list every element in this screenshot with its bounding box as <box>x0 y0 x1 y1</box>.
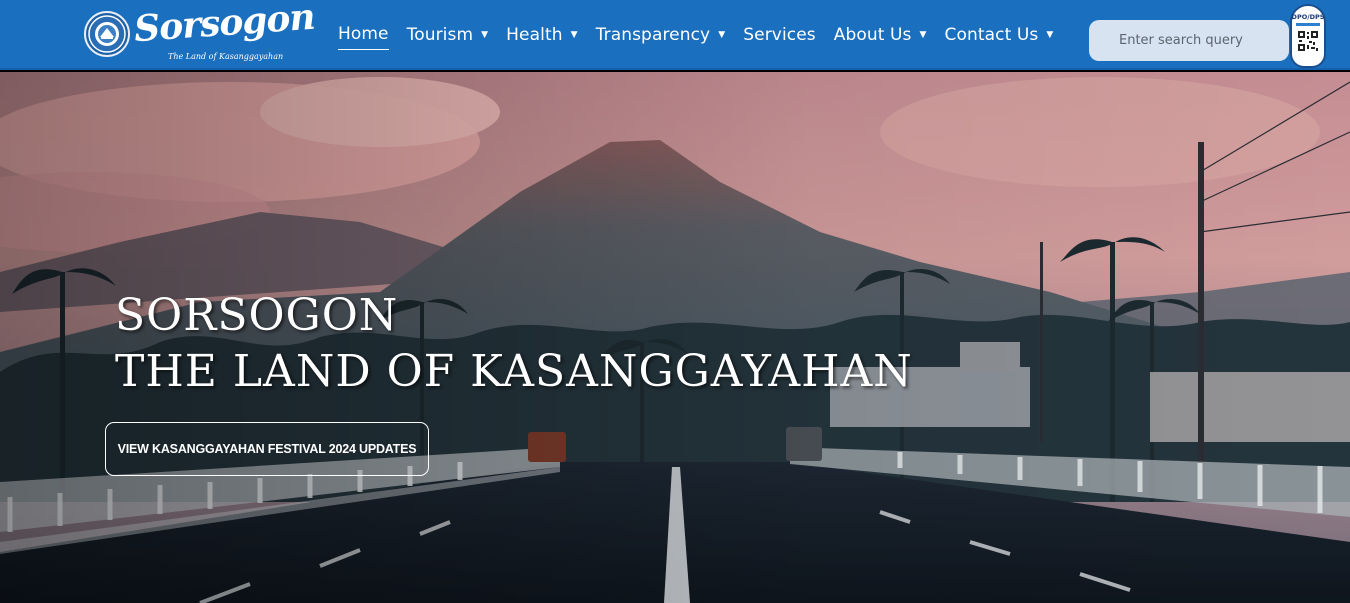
chevron-down-icon: ▼ <box>919 30 927 40</box>
badge-stripe <box>1296 23 1320 26</box>
hero-title: SORSOGON THE LAND OF KASANGGAYAHAN <box>115 288 913 400</box>
provincial-seal-icon[interactable] <box>84 11 130 57</box>
nav-label: Tourism <box>406 25 474 45</box>
nav-item-home[interactable]: Home <box>338 20 389 50</box>
site-logo[interactable]: Sorsogon The Land of Kasanggayahan <box>133 0 316 64</box>
nav-label: About Us <box>833 25 912 45</box>
nav-item-tourism[interactable]: Tourism ▼ <box>407 20 489 50</box>
chevron-down-icon: ▼ <box>570 30 578 40</box>
qr-code-icon <box>1297 30 1319 52</box>
brand-name: Sorsogon <box>132 0 316 51</box>
hero-banner: SORSOGON THE LAND OF KASANGGAYAHAN VIEW … <box>0 72 1350 603</box>
seal-emblem <box>88 15 126 53</box>
nav-label: Home <box>338 23 389 44</box>
main-navigation: Home Tourism ▼ Health ▼ Transparency ▼ S… <box>338 0 1071 70</box>
chevron-down-icon: ▼ <box>1046 30 1054 40</box>
chevron-down-icon: ▼ <box>718 30 726 40</box>
nav-item-about-us[interactable]: About Us ▼ <box>834 20 927 50</box>
nav-item-health[interactable]: Health ▼ <box>506 20 577 50</box>
hero-title-line-1: SORSOGON <box>115 290 399 341</box>
nav-item-transparency[interactable]: Transparency ▼ <box>596 20 726 50</box>
nav-label: Transparency <box>595 25 711 45</box>
nav-item-contact-us[interactable]: Contact Us ▼ <box>945 20 1054 50</box>
search-input[interactable] <box>1089 20 1289 61</box>
chevron-down-icon: ▼ <box>481 30 489 40</box>
hero-title-line-2: THE LAND OF KASANGGAYAHAN <box>115 346 913 397</box>
brand-tagline: The Land of Kasanggayahan <box>168 52 284 61</box>
festival-updates-button[interactable]: VIEW KASANGGAYAHAN FESTIVAL 2024 UPDATES <box>105 422 429 476</box>
nav-label: Services <box>743 25 816 45</box>
badge-label: DPO/DPS <box>1291 13 1325 21</box>
nav-label: Health <box>506 25 563 45</box>
nav-label: Contact Us <box>944 25 1039 45</box>
nav-item-services[interactable]: Services <box>743 20 816 50</box>
privacy-seal-badge[interactable]: DPO/DPS <box>1290 4 1326 68</box>
site-header: Sorsogon The Land of Kasanggayahan Home … <box>0 0 1350 70</box>
